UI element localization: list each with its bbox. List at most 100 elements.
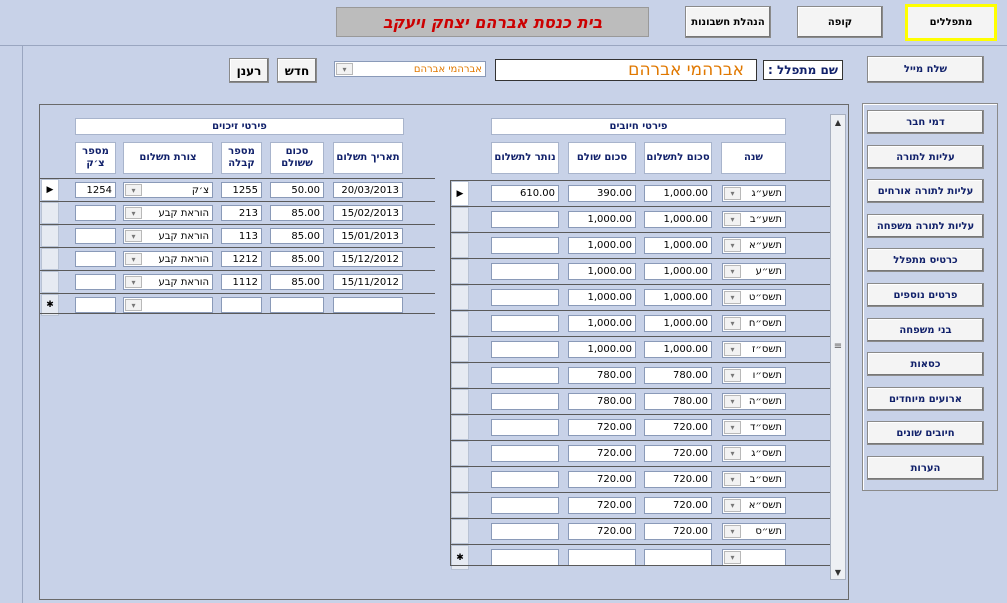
- credits-date-cell[interactable]: 20/03/2013: [333, 182, 403, 198]
- charges-row-selector[interactable]: [451, 363, 469, 388]
- chevron-down-icon[interactable]: ▾: [125, 230, 142, 242]
- charges-row-selector[interactable]: ✱: [451, 545, 469, 570]
- chevron-down-icon[interactable]: ▾: [724, 291, 741, 304]
- charges-paid-cell[interactable]: 1,000.00: [568, 289, 636, 306]
- chevron-down-icon[interactable]: ▾: [724, 187, 741, 200]
- credits-method-combo[interactable]: הוראת קבע ▾: [123, 274, 213, 290]
- charges-row-selector[interactable]: [451, 311, 469, 336]
- charges-paid-cell[interactable]: 780.00: [568, 393, 636, 410]
- credits-amount-cell[interactable]: 85.00: [270, 251, 324, 267]
- charges-due-cell[interactable]: 720.00: [644, 419, 712, 436]
- charges-year-combo[interactable]: תשס״ד ▾: [722, 419, 786, 436]
- sidebar-button[interactable]: ארועים מיוחדים: [867, 387, 984, 411]
- credits-check-cell[interactable]: [75, 251, 116, 267]
- credits-check-cell[interactable]: [75, 274, 116, 290]
- credits-amount-cell[interactable]: 85.00: [270, 228, 324, 244]
- charges-due-cell[interactable]: 1,000.00: [644, 341, 712, 358]
- charges-paid-cell[interactable]: 720.00: [568, 471, 636, 488]
- charges-remain-cell[interactable]: 610.00: [491, 185, 559, 202]
- credits-row-selector[interactable]: [41, 202, 59, 224]
- chevron-down-icon[interactable]: ▾: [125, 253, 142, 265]
- credits-method-combo[interactable]: צ׳ק ▾: [123, 182, 213, 198]
- credits-row-selector[interactable]: [41, 225, 59, 247]
- chevron-down-icon[interactable]: ▾: [724, 551, 741, 564]
- chevron-down-icon[interactable]: ▾: [724, 395, 741, 408]
- sidebar-button[interactable]: הערות: [867, 456, 984, 480]
- charges-remain-cell[interactable]: [491, 289, 559, 306]
- charges-year-combo[interactable]: תשע״ב ▾: [722, 211, 786, 228]
- charges-due-cell[interactable]: 1,000.00: [644, 185, 712, 202]
- charges-row-selector[interactable]: [451, 337, 469, 362]
- charges-remain-cell[interactable]: [491, 315, 559, 332]
- nav-register-button[interactable]: קופה: [797, 6, 883, 38]
- charges-remain-cell[interactable]: [491, 341, 559, 358]
- charges-year-combo[interactable]: תשס״ט ▾: [722, 289, 786, 306]
- chevron-down-icon[interactable]: ▾: [125, 276, 142, 288]
- charges-year-combo[interactable]: תשס״ב ▾: [722, 471, 786, 488]
- charges-paid-cell[interactable]: 780.00: [568, 367, 636, 384]
- charges-year-combo[interactable]: תשע״ג ▾: [722, 185, 786, 202]
- charges-due-cell[interactable]: 720.00: [644, 497, 712, 514]
- charges-year-combo[interactable]: תש״ע ▾: [722, 263, 786, 280]
- credits-row-selector[interactable]: [41, 271, 59, 293]
- credits-row-selector[interactable]: [41, 248, 59, 270]
- sidebar-button[interactable]: עליות לתורה משפחה: [867, 214, 984, 238]
- credits-check-cell[interactable]: [75, 297, 116, 313]
- charges-due-cell[interactable]: 720.00: [644, 445, 712, 462]
- charges-remain-cell[interactable]: [491, 445, 559, 462]
- charges-row-selector[interactable]: [451, 389, 469, 414]
- chevron-down-icon[interactable]: ▾: [724, 265, 741, 278]
- charges-remain-cell[interactable]: [491, 471, 559, 488]
- chevron-down-icon[interactable]: ▾: [724, 525, 741, 538]
- charges-due-cell[interactable]: 1,000.00: [644, 263, 712, 280]
- charges-year-combo[interactable]: תש״ס ▾: [722, 523, 786, 540]
- chevron-down-icon[interactable]: ▾: [336, 63, 353, 75]
- sidebar-button[interactable]: עליות לתורה אורחים: [867, 179, 984, 203]
- scroll-grip-icon[interactable]: ≡: [831, 339, 845, 353]
- sidebar-button[interactable]: כסאות: [867, 352, 984, 376]
- chevron-down-icon[interactable]: ▾: [125, 184, 142, 196]
- credits-receipt-cell[interactable]: 1255: [221, 182, 262, 198]
- charges-due-cell[interactable]: 1,000.00: [644, 237, 712, 254]
- charges-paid-cell[interactable]: 1,000.00: [568, 263, 636, 280]
- send-mail-button[interactable]: שלח מייל: [867, 56, 984, 83]
- credits-date-cell[interactable]: 15/02/2013: [333, 205, 403, 221]
- credits-date-cell[interactable]: 15/01/2013: [333, 228, 403, 244]
- charges-remain-cell[interactable]: [491, 237, 559, 254]
- charges-paid-cell[interactable]: 1,000.00: [568, 211, 636, 228]
- charges-remain-cell[interactable]: [491, 523, 559, 540]
- charges-remain-cell[interactable]: [491, 549, 559, 566]
- charges-paid-cell[interactable]: 1,000.00: [568, 315, 636, 332]
- charges-paid-cell[interactable]: 720.00: [568, 419, 636, 436]
- charges-due-cell[interactable]: 720.00: [644, 471, 712, 488]
- charges-row-selector[interactable]: [451, 467, 469, 492]
- refresh-button[interactable]: רענן: [229, 58, 269, 83]
- scroll-down-icon[interactable]: ▼: [831, 565, 845, 579]
- sidebar-button[interactable]: פרטים נוספים: [867, 283, 984, 307]
- sidebar-button[interactable]: עליות לתורה: [867, 145, 984, 169]
- charges-row-selector[interactable]: [451, 415, 469, 440]
- sidebar-button[interactable]: דמי חבר: [867, 110, 984, 134]
- credits-amount-cell[interactable]: 85.00: [270, 205, 324, 221]
- chevron-down-icon[interactable]: ▾: [724, 421, 741, 434]
- charges-row-selector[interactable]: [451, 493, 469, 518]
- credits-method-combo[interactable]: הוראת קבע ▾: [123, 251, 213, 267]
- nav-accounting-button[interactable]: הנהלת חשבונות: [685, 6, 771, 38]
- charges-remain-cell[interactable]: [491, 367, 559, 384]
- credits-receipt-cell[interactable]: 213: [221, 205, 262, 221]
- credits-date-cell[interactable]: [333, 297, 403, 313]
- charges-row-selector[interactable]: [451, 285, 469, 310]
- chevron-down-icon[interactable]: ▾: [724, 317, 741, 330]
- chevron-down-icon[interactable]: ▾: [724, 239, 741, 252]
- chevron-down-icon[interactable]: ▾: [724, 473, 741, 486]
- credits-date-cell[interactable]: 15/12/2012: [333, 251, 403, 267]
- credits-date-cell[interactable]: 15/11/2012: [333, 274, 403, 290]
- credits-receipt-cell[interactable]: 1212: [221, 251, 262, 267]
- nav-worshippers-button[interactable]: מתפללים: [905, 4, 997, 41]
- charges-year-combo[interactable]: תשס״ז ▾: [722, 341, 786, 358]
- credits-check-cell[interactable]: [75, 228, 116, 244]
- charges-year-combo[interactable]: תשס״ח ▾: [722, 315, 786, 332]
- charges-year-combo[interactable]: תשס״ג ▾: [722, 445, 786, 462]
- worshipper-combo[interactable]: אברהמי אברהם ▾: [334, 61, 486, 77]
- charges-year-combo[interactable]: תשס״א ▾: [722, 497, 786, 514]
